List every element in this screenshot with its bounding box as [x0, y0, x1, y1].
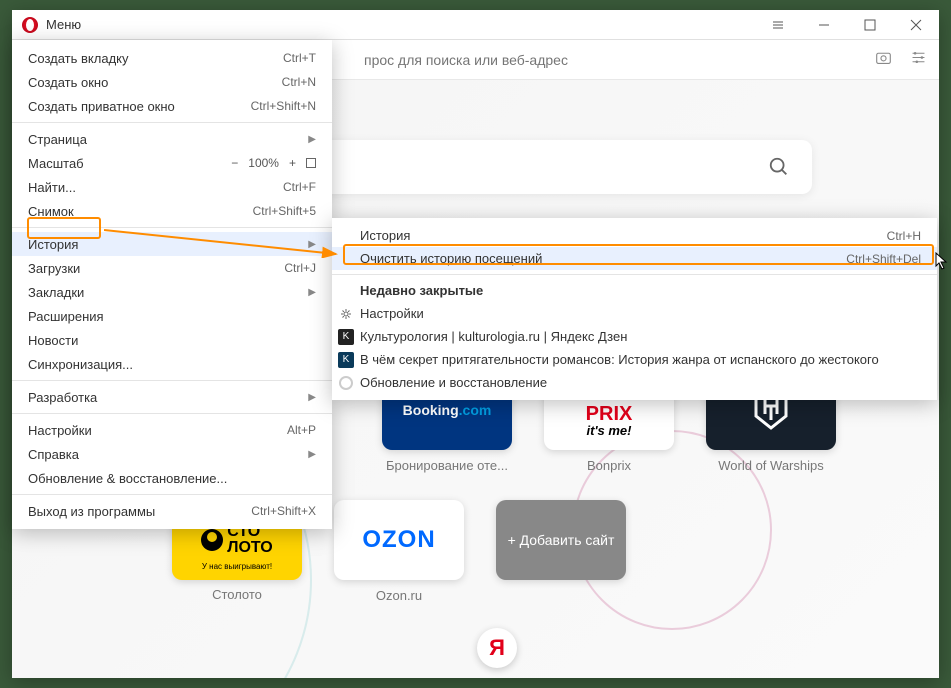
menu-item-9[interactable]: История▶	[12, 232, 332, 256]
menu-item-20[interactable]: Обновление & восстановление...	[12, 466, 332, 490]
main-menu: Создать вкладкуCtrl+TСоздать окноCtrl+NС…	[12, 40, 332, 529]
tile-add-site[interactable]: + Добавить сайт	[496, 500, 626, 603]
maximize-button[interactable]	[847, 10, 893, 40]
menu-item-4[interactable]: Страница▶	[12, 127, 332, 151]
menu-item-18[interactable]: НастройкиAlt+P	[12, 418, 332, 442]
menu-item-11[interactable]: Закладки▶	[12, 280, 332, 304]
submenu-recent-heading: Недавно закрытые	[332, 279, 937, 302]
tile-label: World of Warships	[706, 458, 836, 473]
tile-label: Столото	[172, 587, 302, 602]
menu-item-7[interactable]: СнимокCtrl+Shift+5	[12, 199, 332, 223]
opera-icon[interactable]	[22, 17, 38, 33]
menu-item-19[interactable]: Справка▶	[12, 442, 332, 466]
easy-setup-icon[interactable]	[910, 49, 927, 71]
menu-item-12[interactable]: Расширения	[12, 304, 332, 328]
recent-item-3[interactable]: Обновление и восстановление	[332, 371, 937, 394]
menu-item-1[interactable]: Создать окноCtrl+N	[12, 70, 332, 94]
menu-item-22[interactable]: Выход из программыCtrl+Shift+X	[12, 499, 332, 523]
mouse-cursor-icon	[935, 252, 949, 270]
window-controls	[755, 10, 939, 40]
recent-item-2[interactable]: KВ чём секрет притягательности романсов:…	[332, 348, 937, 371]
submenu-history[interactable]: История Ctrl+H	[332, 224, 937, 247]
menu-item-0[interactable]: Создать вкладкуCtrl+T	[12, 46, 332, 70]
tile-label: Bonprix	[544, 458, 674, 473]
titlebar: Меню	[12, 10, 939, 40]
close-button[interactable]	[893, 10, 939, 40]
submenu-clear-history[interactable]: Очистить историю посещений Ctrl+Shift+De…	[332, 247, 937, 270]
recent-item-1[interactable]: KКультурология | kulturologia.ru | Яндек…	[332, 325, 937, 348]
menu-item-6[interactable]: Найти...Ctrl+F	[12, 175, 332, 199]
yandex-button[interactable]: Я	[477, 628, 517, 668]
tile-label: Бронирование оте...	[382, 458, 512, 473]
menu-item-13[interactable]: Новости	[12, 328, 332, 352]
menu-item-10[interactable]: ЗагрузкиCtrl+J	[12, 256, 332, 280]
history-submenu: История Ctrl+H Очистить историю посещени…	[332, 218, 937, 400]
menu-item-2[interactable]: Создать приватное окноCtrl+Shift+N	[12, 94, 332, 118]
minimize-button[interactable]	[801, 10, 847, 40]
workspace-icon[interactable]	[755, 10, 801, 40]
tile-ozon[interactable]: OZON Ozon.ru	[334, 500, 464, 603]
search-icon[interactable]	[768, 156, 790, 178]
menu-item-5[interactable]: Масштаб−100%+	[12, 151, 332, 175]
menu-button[interactable]: Меню	[46, 17, 81, 32]
address-input[interactable]	[364, 52, 875, 68]
menu-item-16[interactable]: Разработка▶	[12, 385, 332, 409]
stoloto-tagline: У нас выигрывают!	[172, 562, 302, 571]
snapshot-icon[interactable]	[875, 49, 892, 71]
recent-item-0[interactable]: Настройки	[332, 302, 937, 325]
tile-label: Ozon.ru	[334, 588, 464, 603]
menu-item-14[interactable]: Синхронизация...	[12, 352, 332, 376]
